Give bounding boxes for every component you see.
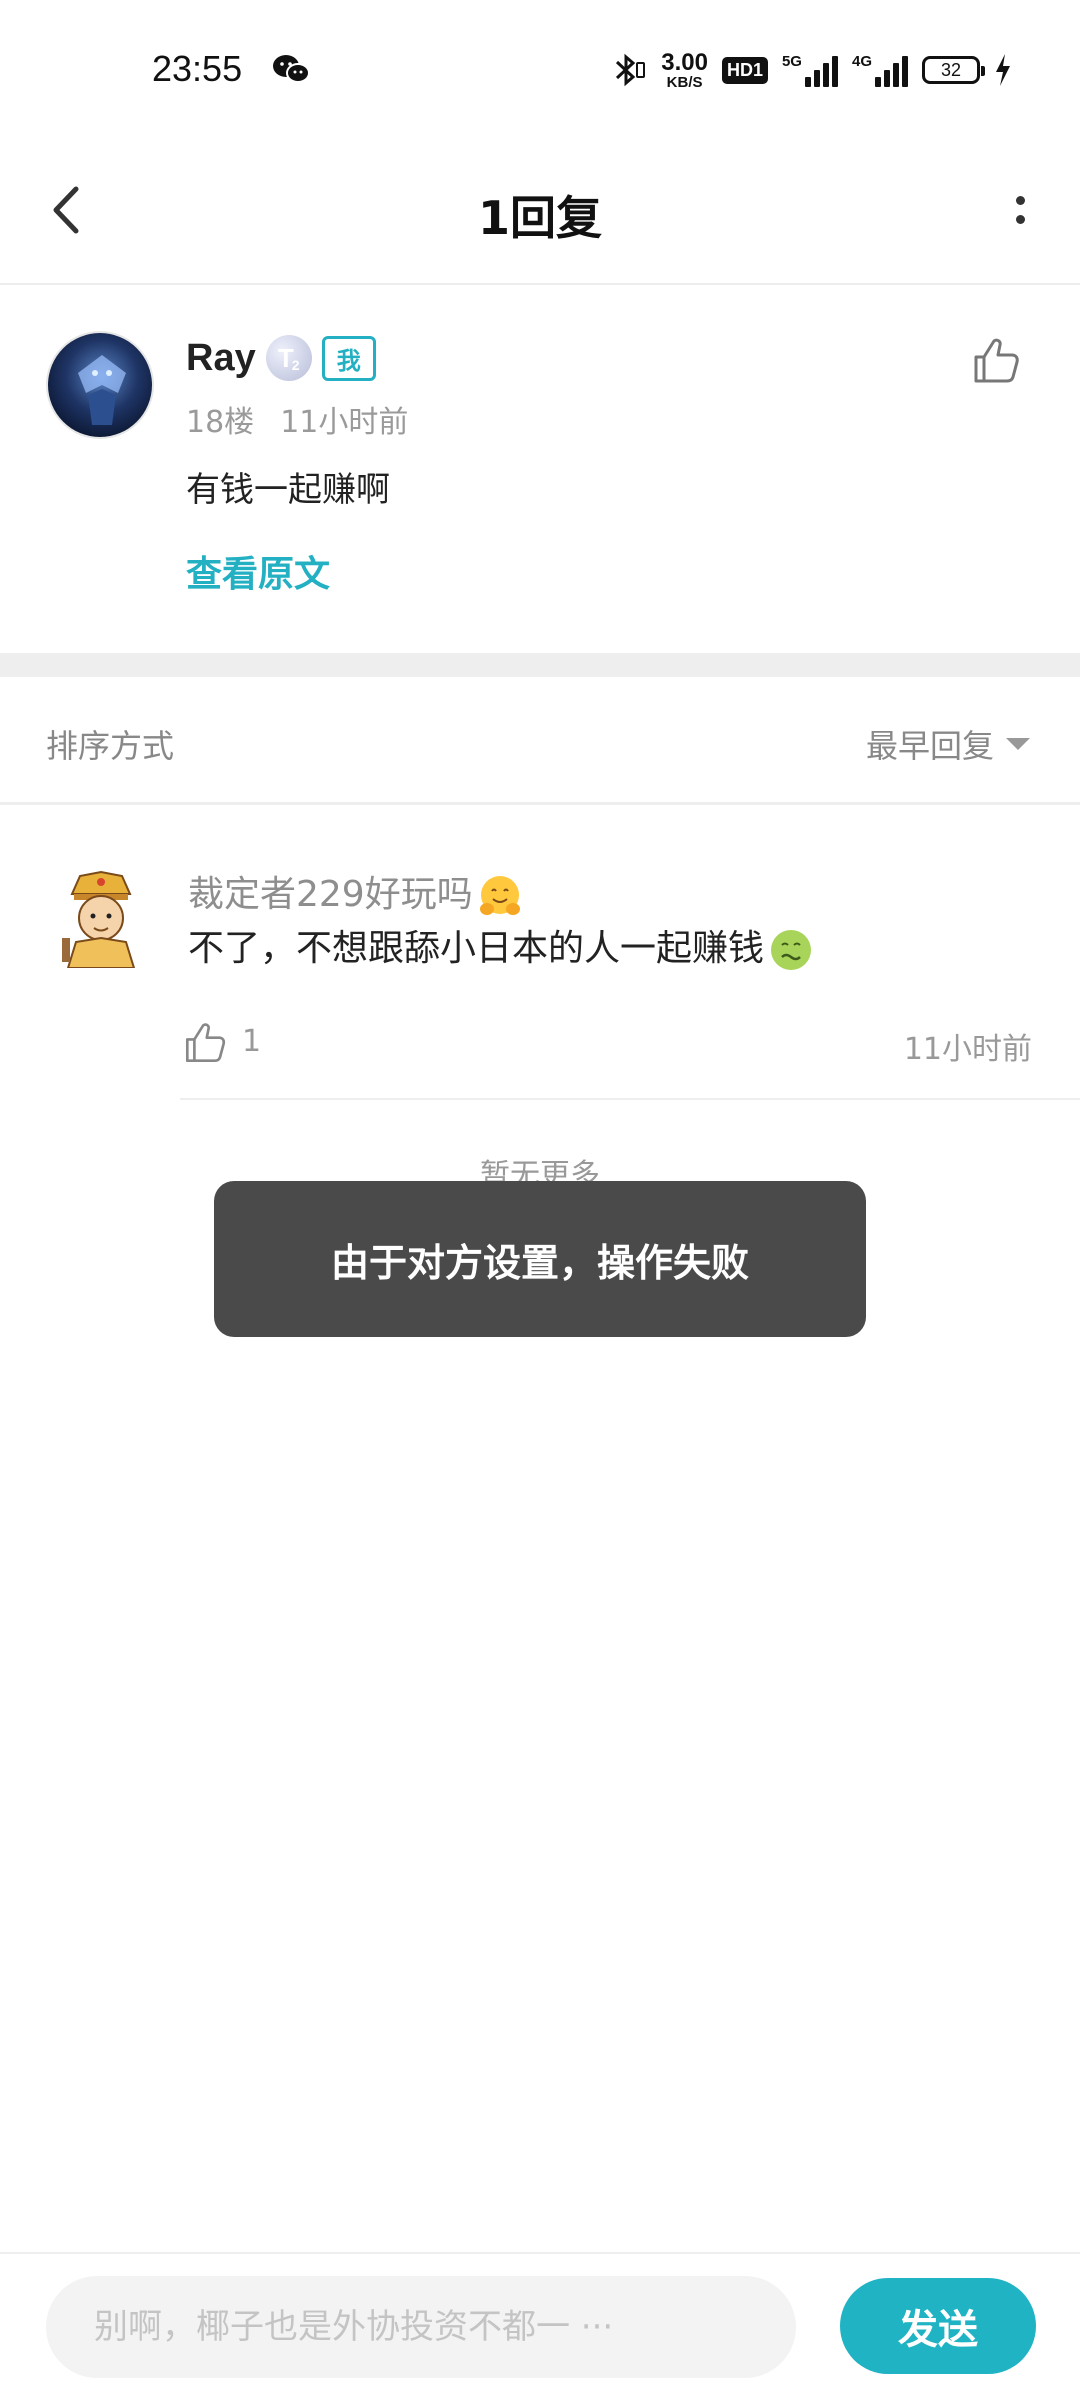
reply-username[interactable]: 裁定者229好玩吗 — [188, 874, 473, 915]
more-options-icon[interactable] — [990, 180, 1050, 240]
sort-value: 最早回复 — [865, 727, 994, 765]
network-speed-unit: KB/S — [666, 73, 703, 91]
network-speed-value: 3.00 — [661, 48, 708, 76]
level-badge-number: 2 — [291, 357, 300, 373]
send-button[interactable]: 发送 — [840, 2278, 1036, 2374]
avatar[interactable] — [54, 868, 148, 968]
reply-input[interactable] — [46, 2276, 796, 2378]
bluetooth-icon — [616, 53, 646, 87]
view-original-link[interactable]: 查看原文 — [186, 545, 330, 597]
header: 1回复 — [0, 140, 1080, 285]
author-row: Ray T2 我 — [186, 335, 376, 381]
post-meta: 18楼 11小时前 — [186, 397, 408, 441]
signal-5g-icon: 5G — [782, 53, 838, 87]
toast-message: 由于对方设置，操作失败 — [214, 1181, 866, 1337]
level-badge: T2 — [265, 335, 312, 381]
avatar[interactable] — [46, 331, 154, 439]
sort-bar: 排序方式 最早回复 — [0, 677, 1080, 805]
floor-number: 18楼 — [186, 405, 255, 440]
wechat-icon — [273, 55, 310, 83]
page-title: 1回复 — [477, 191, 602, 245]
signal-5g-label: 5G — [781, 53, 802, 70]
author-name[interactable]: Ray — [186, 337, 256, 380]
network-speed: 3.00 KB/S — [661, 48, 708, 91]
hd-voice-icon: HD1 — [721, 56, 768, 84]
charging-icon — [996, 54, 1010, 86]
thumbs-up-icon[interactable] — [182, 1020, 228, 1066]
caret-down-icon — [1006, 738, 1030, 750]
status-bar: 23:55 3.00 KB/S HD1 5G 4G 32 — [0, 0, 1080, 140]
reply-bar: 发送 — [0, 2252, 1080, 2400]
nauseated-face-icon — [771, 930, 812, 970]
reply-content: 裁定者229好玩吗 不了，不想跟舔小日本的人一起赚钱 — [188, 868, 814, 976]
like-count: 1 — [242, 1024, 262, 1059]
original-comment: Ray T2 我 18楼 11小时前 有钱一起赚啊 查看原文 — [0, 287, 1080, 653]
signal-4g-label: 4G — [851, 53, 872, 70]
me-badge: 我 — [321, 335, 376, 381]
section-divider — [0, 653, 1080, 677]
thumbs-up-icon[interactable] — [970, 335, 1022, 387]
avatar-image — [48, 333, 152, 437]
reply-body: 不了，不想跟舔小日本的人一起赚钱 — [188, 928, 765, 969]
sort-label: 排序方式 — [46, 727, 175, 765]
reply-time: 11小时前 — [903, 1032, 1032, 1067]
signal-4g-icon: 4G — [852, 53, 908, 87]
reply-item: 裁定者229好玩吗 不了，不想跟舔小日本的人一起赚钱 1 11小时前 — [0, 808, 1080, 1100]
post-time: 11小时前 — [280, 405, 409, 440]
status-time: 23:55 — [152, 48, 243, 89]
sort-dropdown[interactable]: 最早回复 — [866, 721, 1030, 767]
reply-footer: 1 11小时前 — [180, 1018, 1040, 1078]
comment-content: 有钱一起赚啊 — [186, 470, 390, 510]
battery-icon: 32 — [922, 56, 985, 84]
divider — [180, 1098, 1080, 1100]
hugging-face-icon — [479, 876, 520, 915]
status-icons: 3.00 KB/S HD1 5G 4G 32 — [611, 48, 1012, 92]
